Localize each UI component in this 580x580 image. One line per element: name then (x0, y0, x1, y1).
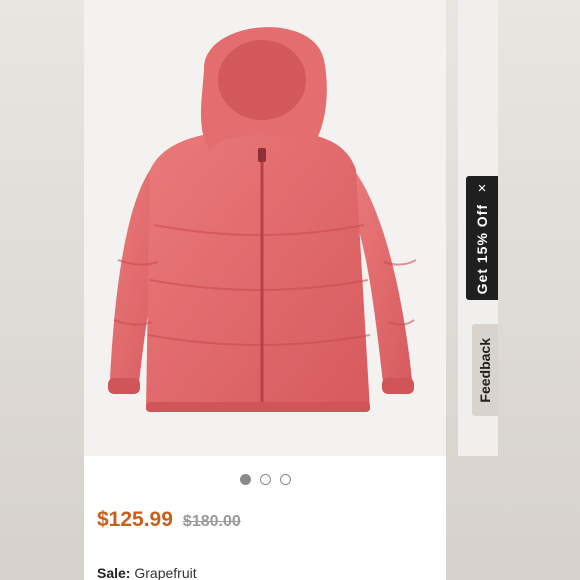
product-image[interactable] (84, 0, 446, 456)
sale-price: $125.99 (97, 508, 173, 531)
color-value: Grapefruit (134, 565, 197, 580)
carousel-dot-2[interactable] (259, 474, 271, 485)
promo-tab[interactable]: × Get 15% Off (466, 176, 498, 300)
carousel-dot-1[interactable] (239, 474, 251, 485)
promo-label: Get 15% Off (474, 204, 490, 295)
feedback-label: Feedback (477, 337, 493, 403)
sale-color-line: Sale: Grapefruit (97, 565, 197, 580)
original-price: $180.00 (182, 513, 241, 530)
jacket-illustration (108, 27, 417, 412)
sale-label: Sale: (97, 565, 131, 580)
price-row: $125.99 $180.00 (97, 508, 241, 532)
feedback-button[interactable]: Feedback (472, 324, 498, 416)
image-carousel-dots (84, 474, 446, 485)
product-card: $125.99 $180.00 Sale: Grapefruit (84, 0, 446, 580)
carousel-dot-3[interactable] (279, 474, 291, 485)
close-icon[interactable]: × (478, 181, 487, 196)
